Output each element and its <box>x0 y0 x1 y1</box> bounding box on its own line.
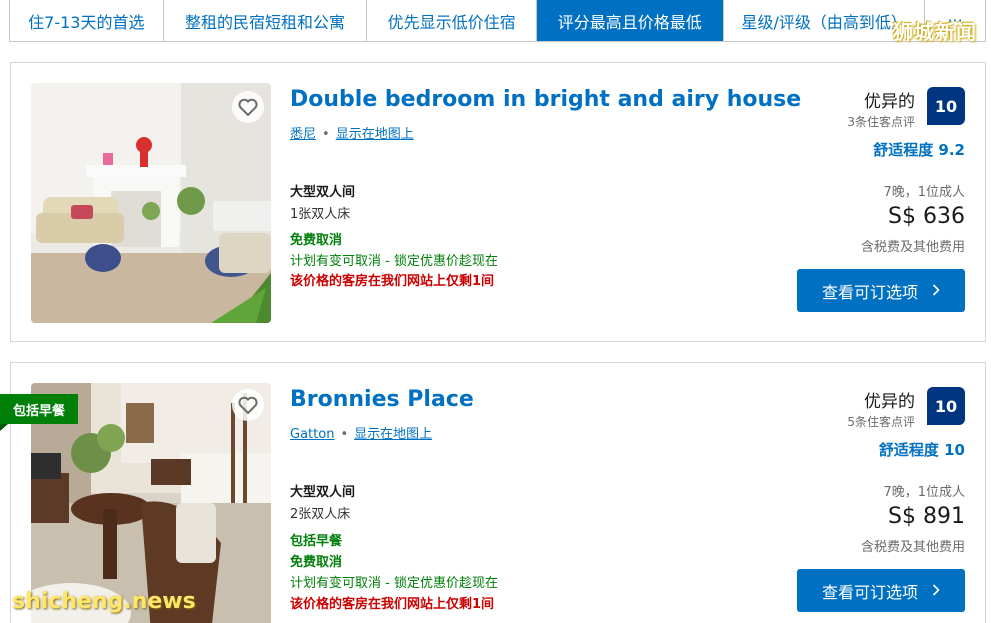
watermark-bottom: shicheng.news <box>12 589 196 614</box>
stay-length: 7晚，1位成人 <box>883 485 965 500</box>
scarcity-message: 该价格的客房在我们网站上仅剩1间 <box>290 274 495 289</box>
breakfast-included: 包括早餐 <box>290 534 343 549</box>
show-on-map-link[interactable]: 显示在地图上 <box>354 427 432 442</box>
review-count: 3条住客点评 <box>847 115 915 129</box>
breakfast-badge: 包括早餐 <box>0 394 78 424</box>
property-title[interactable]: Bronnies Place <box>290 387 474 412</box>
bed-info: 1张双人床 <box>290 207 351 222</box>
comfort-score: 舒适程度 10 <box>878 441 965 459</box>
separator-dot: • <box>340 427 349 442</box>
tab-sort-best-rated-lowest-price[interactable]: 评分最高且价格最低 <box>536 0 724 41</box>
tax-note: 含税费及其他费用 <box>860 540 965 555</box>
badge-ribbon-tail <box>0 424 8 431</box>
rating-word: 优异的 <box>864 92 915 112</box>
sort-tabs: 住7-13天的首选 整租的民宿短租和公寓 优先显示低价住宿 评分最高且价格最低 … <box>9 0 986 42</box>
price: S$ 636 <box>888 204 965 229</box>
tax-note: 含税费及其他费用 <box>860 240 965 255</box>
property-photo[interactable] <box>31 83 271 323</box>
search-results-page: 住7-13天的首选 整租的民宿短租和公寓 优先显示低价住宿 评分最高且价格最低 … <box>0 0 991 623</box>
tab-sort-long-stay[interactable]: 住7-13天的首选 <box>10 0 164 41</box>
property-card: Bronnies Place Gatton • 显示在地图上 大型双人间 2张双人床… <box>10 362 986 623</box>
cancellation-note: 计划有变可取消 - 锁定优惠价趁现在 <box>290 576 498 591</box>
see-availability-button[interactable]: 查看可订选项 <box>797 569 965 612</box>
property-card: Double bedroom in bright and airy house … <box>10 62 986 342</box>
city-link[interactable]: Gatton <box>290 427 334 442</box>
heart-icon[interactable] <box>232 91 264 123</box>
review-score-badge[interactable]: 10 <box>927 387 965 425</box>
heart-icon[interactable] <box>232 389 264 421</box>
property-location: 悉尼 • 显示在地图上 <box>290 123 414 142</box>
review-count: 5条住客点评 <box>847 415 915 429</box>
separator-dot: • <box>322 127 330 142</box>
room-name: 大型双人间 <box>290 485 356 500</box>
tab-sort-entire-homes[interactable]: 整租的民宿短租和公寓 <box>164 0 368 41</box>
bed-info: 2张双人床 <box>290 507 351 522</box>
free-cancellation: 免费取消 <box>290 555 343 570</box>
chevron-right-icon <box>932 281 940 300</box>
scarcity-message: 该价格的客房在我们网站上仅剩1间 <box>290 597 495 612</box>
tab-sort-lowest-price[interactable]: 优先显示低价住宿 <box>367 0 537 41</box>
see-availability-button[interactable]: 查看可订选项 <box>797 269 965 312</box>
room-name: 大型双人间 <box>290 185 356 200</box>
chevron-right-icon <box>932 581 940 600</box>
comfort-score: 舒适程度 9.2 <box>873 141 965 159</box>
cta-label: 查看可订选项 <box>821 282 918 302</box>
stay-length: 7晚，1位成人 <box>883 185 965 200</box>
free-cancellation: 免费取消 <box>290 233 343 248</box>
price: S$ 891 <box>888 504 965 529</box>
cancellation-note: 计划有变可取消 - 锁定优惠价趁现在 <box>290 254 498 269</box>
show-on-map-link[interactable]: 显示在地图上 <box>336 127 414 142</box>
watermark-top: 狮城新闻 <box>893 20 977 44</box>
city-link[interactable]: 悉尼 <box>290 127 316 142</box>
rating-word: 优异的 <box>864 392 915 412</box>
review-score-badge[interactable]: 10 <box>927 87 965 125</box>
property-title[interactable]: Double bedroom in bright and airy house <box>290 87 801 112</box>
property-location: Gatton • 显示在地图上 <box>290 423 432 442</box>
cta-label: 查看可订选项 <box>821 582 918 602</box>
